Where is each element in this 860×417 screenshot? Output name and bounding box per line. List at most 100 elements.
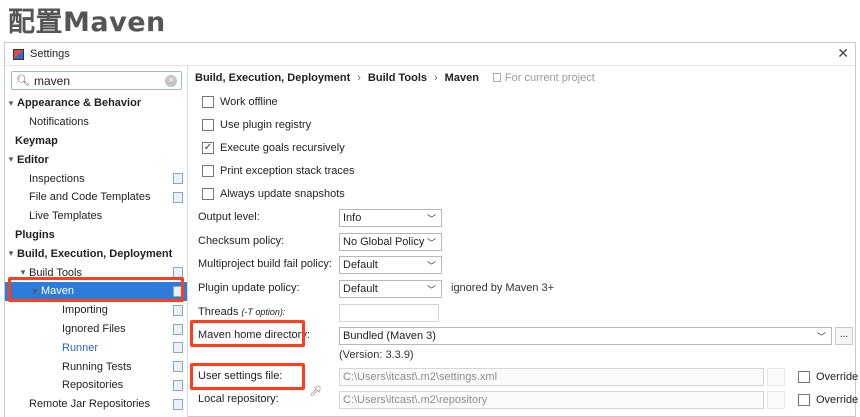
chevron-down-icon: ﹀ [426, 261, 436, 271]
checkbox-box[interactable] [202, 96, 214, 108]
breadcrumb: Build, Execution, Deployment › Build Too… [189, 66, 856, 90]
sidebar-item-file-and-code-templates[interactable]: File and Code Templates [5, 188, 187, 207]
breadcrumb-separator: › [357, 72, 361, 84]
override-label: Override [816, 371, 859, 383]
window-title: Settings [30, 48, 70, 60]
sidebar-item-build-execution-deployment[interactable]: ▾ Build, Execution, Deployment [5, 244, 187, 263]
slide-title: 配置Maven [8, 7, 166, 38]
threads-label-text: Threads [198, 306, 239, 318]
breadcrumb-separator: › [434, 72, 438, 84]
user-settings-field[interactable]: C:\Users\itcast\.m2\settings.xml [339, 368, 764, 386]
project-scope-icon [173, 173, 183, 185]
threads-label: Threads (-T option): [198, 306, 285, 318]
checkbox-label: Work offline [220, 96, 278, 108]
output-level-select[interactable]: Info ﹀ [339, 209, 442, 227]
expand-arrow-icon[interactable]: ▾ [5, 248, 17, 259]
select-value: Default [343, 283, 378, 295]
expand-arrow-icon[interactable]: ▾ [5, 98, 17, 109]
sidebar-item-runner[interactable]: Runner [5, 338, 187, 357]
plugin-update-note: ignored by Maven 3+ [451, 282, 555, 294]
search-input[interactable]: maven [34, 74, 165, 88]
settings-sidebar: 🔍︎ maven × ▾ Appearance & Behavior Notific… [5, 66, 188, 417]
breadcrumb-part: Build Tools [367, 72, 427, 84]
field-value: C:\Users\itcast\.m2\settings.xml [343, 371, 498, 383]
search-icon: 🔍︎ [16, 75, 30, 87]
browse-user-settings-button[interactable] [767, 368, 785, 386]
browse-local-repository-button[interactable] [767, 391, 785, 409]
sidebar-item-label: Remote Jar Repositories [29, 398, 151, 411]
plugin-update-policy-select[interactable]: Default ﹀ [339, 280, 442, 298]
override-label: Override [816, 394, 859, 406]
intellij-app-icon [13, 48, 24, 60]
select-value: No Global Policy [343, 236, 425, 248]
sidebar-item-ignored-files[interactable]: Ignored Files [5, 320, 187, 339]
chevron-down-icon: ﹀ [426, 285, 436, 295]
select-value: Default [343, 259, 378, 271]
sidebar-item-editor[interactable]: ▾ Editor [5, 150, 187, 169]
execute-goals-recursively-checkbox[interactable]: ✓ Execute goals recursively [202, 139, 345, 157]
checksum-policy-label: Checksum policy: [198, 235, 285, 247]
expand-arrow-icon[interactable]: ▾ [5, 154, 17, 165]
checkbox-box[interactable] [202, 165, 214, 177]
threads-hint: (-T option): [241, 307, 286, 317]
browse-maven-home-button[interactable]: ... [835, 327, 853, 345]
sidebar-item-label: Editor [17, 153, 49, 166]
sidebar-item-label: Repositories [62, 379, 124, 392]
sidebar-item-label: Plugins [15, 228, 55, 241]
project-scope-label: For current project [504, 72, 595, 84]
title-bar: Settings ✕ [5, 43, 855, 66]
sidebar-item-label: Build, Execution, Deployment [17, 247, 173, 260]
project-scope-note: For current project [492, 72, 595, 84]
chevron-down-icon: ﹀ [816, 332, 826, 342]
sidebar-item-label: Importing [62, 304, 108, 317]
work-offline-checkbox[interactable]: Work offline [202, 93, 278, 111]
checksum-policy-select[interactable]: No Global Policy ﹀ [339, 233, 442, 251]
project-scope-icon [173, 379, 183, 391]
user-settings-override-checkbox[interactable]: Override [798, 368, 858, 386]
sidebar-item-label: Live Templates [29, 210, 103, 223]
chevron-down-icon: ﹀ [426, 238, 436, 248]
checkbox-box[interactable] [202, 188, 214, 200]
multiproject-fail-policy-label: Multiproject build fail policy: [198, 258, 332, 270]
maven-home-highlight-box [190, 320, 305, 347]
maven-version-text: (Version: 3.3.9) [339, 349, 414, 361]
sidebar-item-running-tests[interactable]: Running Tests [5, 357, 187, 376]
checkbox-box[interactable] [798, 394, 810, 406]
clear-search-icon[interactable]: × [165, 74, 177, 87]
sidebar-item-appearance-behavior[interactable]: ▾ Appearance & Behavior [5, 94, 187, 113]
project-scope-icon [173, 398, 183, 410]
sidebar-item-notifications[interactable]: Notifications [5, 113, 187, 132]
sidebar-item-remote-jar-repositories[interactable]: Remote Jar Repositories [5, 395, 187, 414]
always-update-snapshots-checkbox[interactable]: Always update snapshots [202, 185, 345, 203]
sidebar-item-label: Notifications [29, 116, 89, 129]
checkbox-box[interactable] [202, 119, 214, 131]
sidebar-item-plugins[interactable]: Plugins [5, 226, 187, 245]
local-repository-override-checkbox[interactable]: Override [798, 391, 858, 409]
settings-search-box[interactable]: 🔍︎ maven × [11, 71, 182, 90]
project-scope-icon [173, 323, 183, 335]
threads-input[interactable] [339, 304, 439, 322]
sidebar-item-inspections[interactable]: Inspections [5, 169, 187, 188]
checkbox-label: Print exception stack traces [220, 165, 355, 177]
maven-home-select[interactable]: Bundled (Maven 3) ﹀ [339, 327, 832, 345]
local-repository-field[interactable]: C:\Users\itcast\.m2\repository [339, 391, 764, 409]
select-value: Info [343, 212, 362, 224]
maven-highlight-box [8, 277, 184, 302]
project-scope-icon [173, 342, 183, 354]
checkbox-box[interactable] [798, 371, 810, 383]
checkbox-label: Use plugin registry [220, 119, 312, 131]
multiproject-fail-policy-select[interactable]: Default ﹀ [339, 256, 442, 274]
use-plugin-registry-checkbox[interactable]: Use plugin registry [202, 116, 311, 134]
local-repository-label: Local repository: [198, 393, 279, 405]
project-scope-icon [173, 191, 183, 203]
sidebar-item-label: Ignored Files [62, 322, 126, 335]
sidebar-item-keymap[interactable]: Keymap [5, 132, 187, 151]
sidebar-item-importing[interactable]: Importing [5, 301, 187, 320]
checkbox-box-checked[interactable]: ✓ [202, 142, 214, 154]
sidebar-item-label: Appearance & Behavior [17, 97, 142, 110]
sidebar-item-live-templates[interactable]: Live Templates [5, 207, 187, 226]
print-exception-stack-traces-checkbox[interactable]: Print exception stack traces [202, 162, 355, 180]
sidebar-item-repositories[interactable]: Repositories [5, 376, 187, 395]
close-icon[interactable]: ✕ [837, 45, 849, 62]
breadcrumb-part: Build, Execution, Deployment [195, 72, 351, 84]
